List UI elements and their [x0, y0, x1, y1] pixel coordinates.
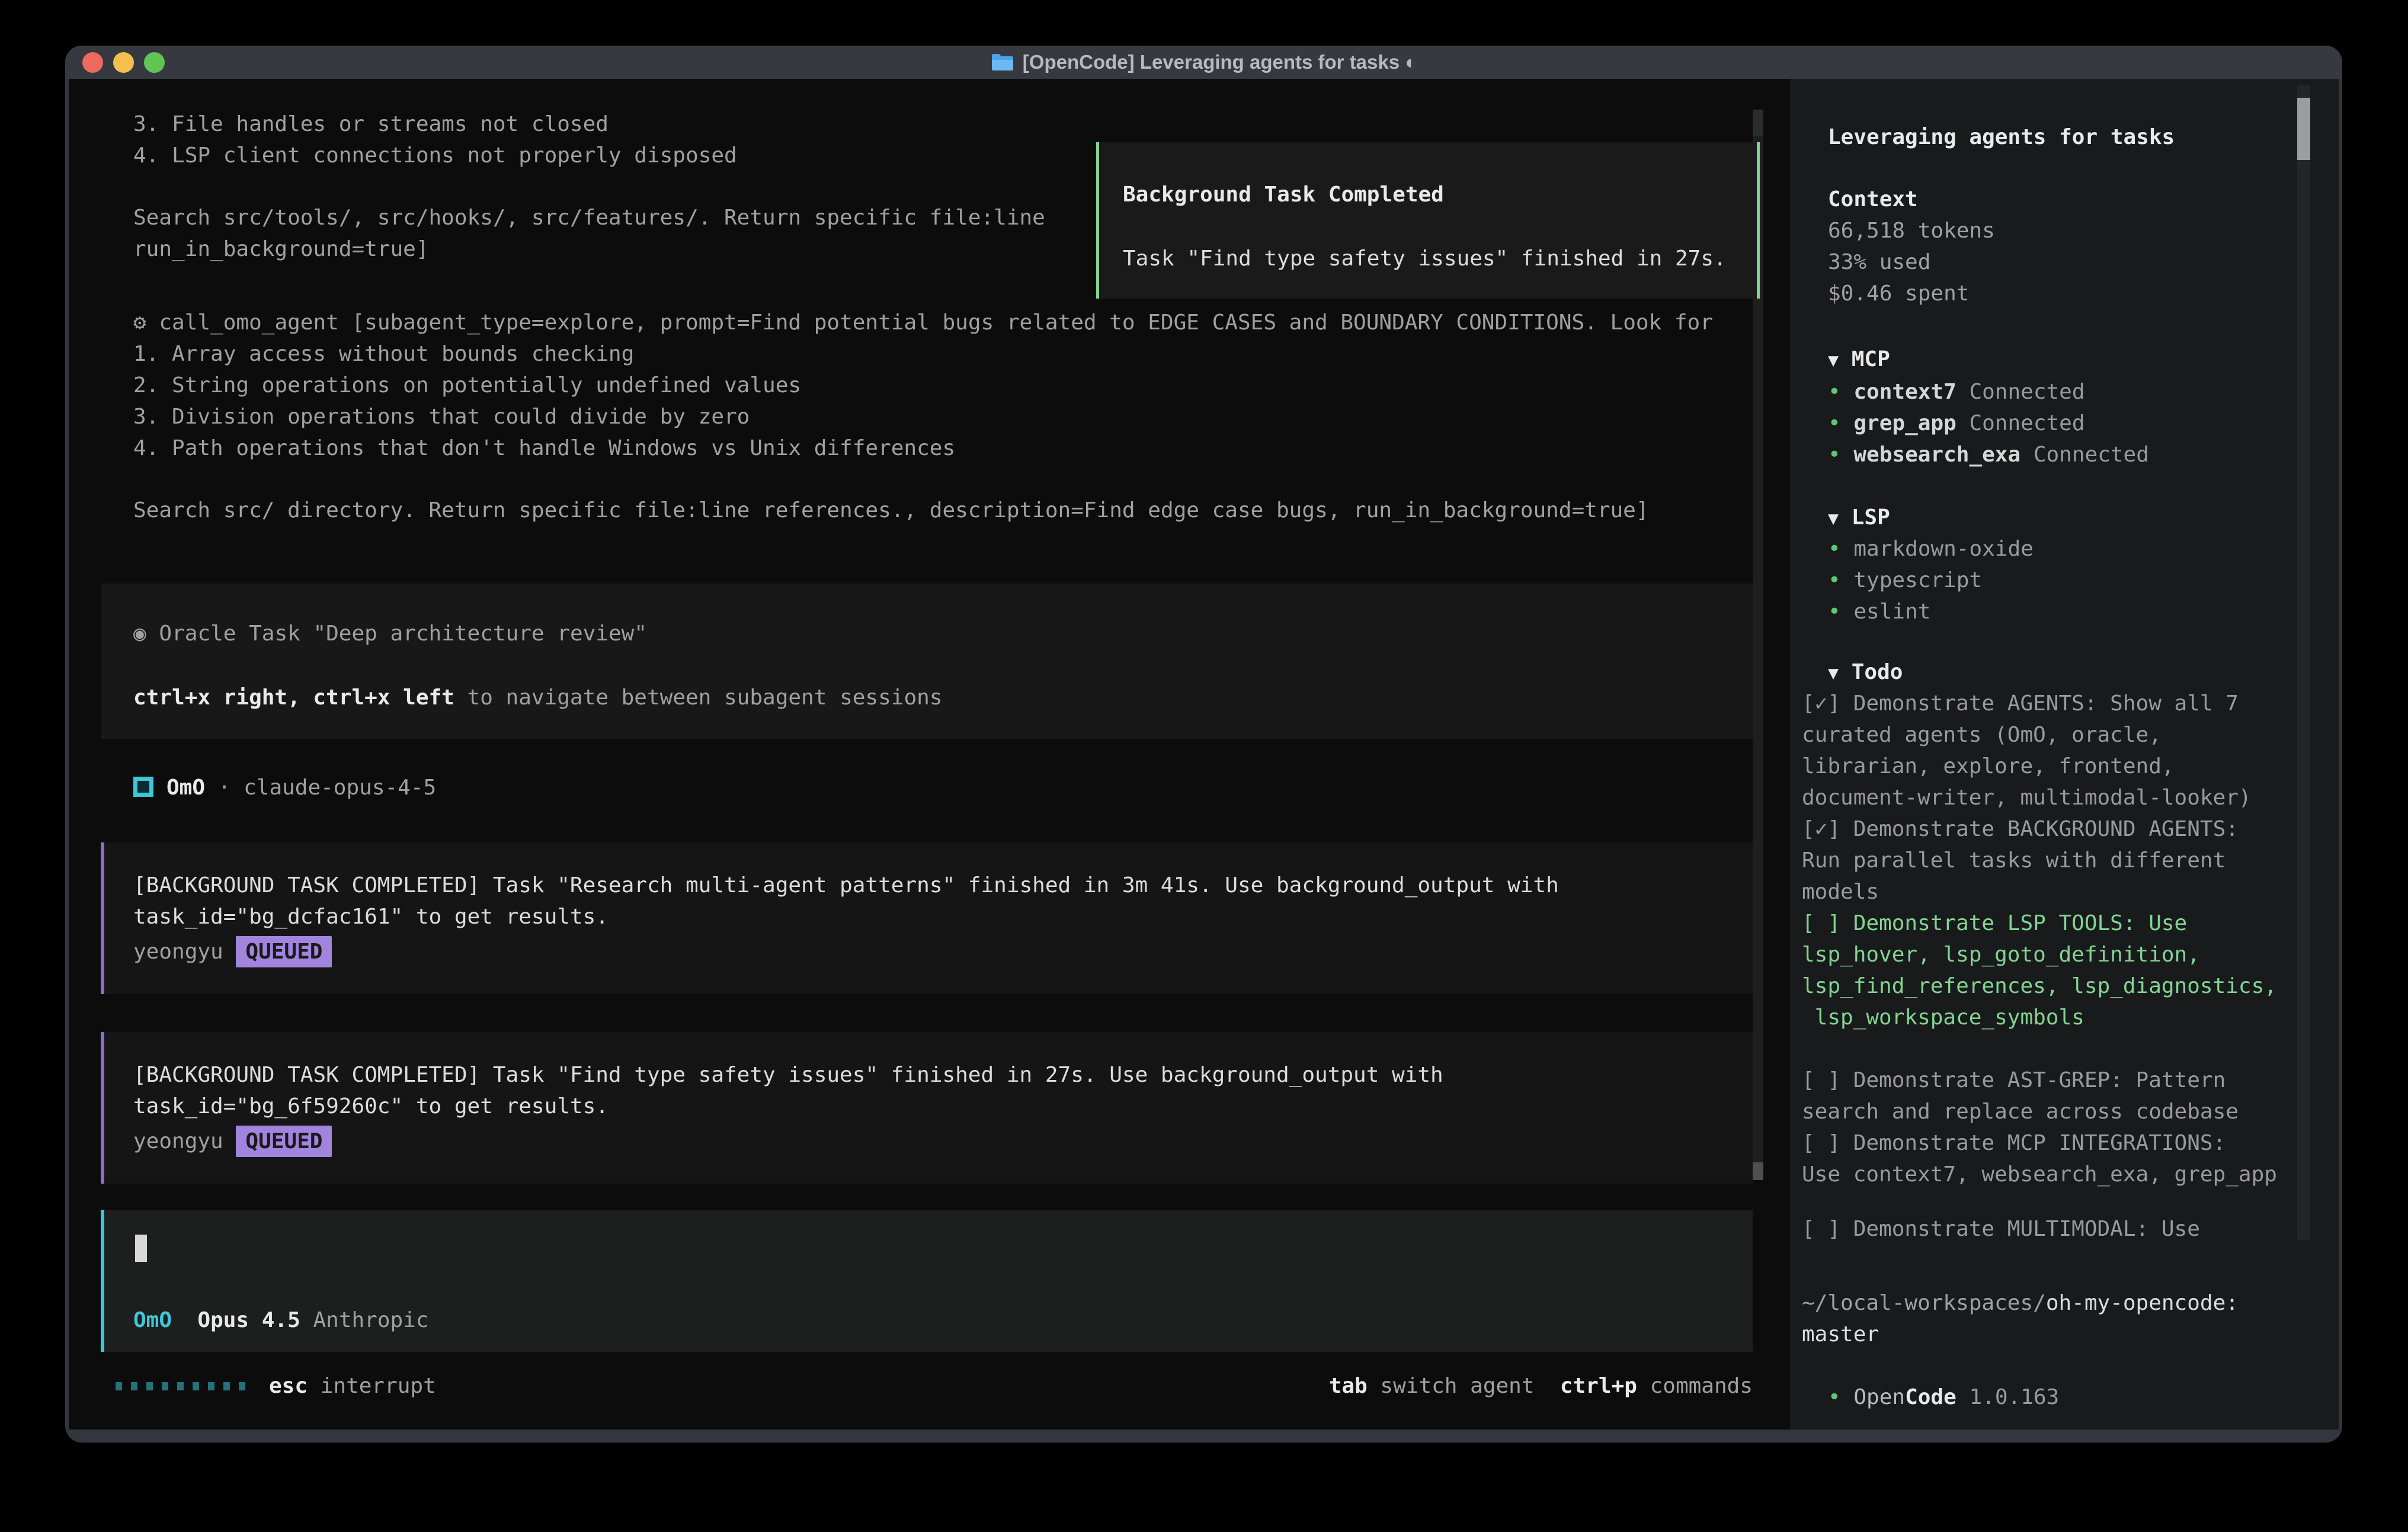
workspace-branch: master — [1802, 1319, 1879, 1350]
tab-key-hint: tab — [1329, 1374, 1368, 1398]
status-badge: QUEUED — [236, 1126, 332, 1157]
workspace-repo: oh-my-opencode: — [2046, 1291, 2239, 1315]
oracle-task-panel: ◉ Oracle Task "Deep architecture review"… — [101, 584, 1753, 739]
window-title: [OpenCode] Leveraging agents for tasks ◐ — [65, 46, 2342, 79]
agent-icon — [133, 777, 153, 797]
notification-toast: Background Task Completed Task "Find typ… — [1096, 142, 1760, 299]
input-model: Opus 4.5 — [197, 1308, 300, 1332]
lsp-item: • markdown-oxide — [1828, 533, 2034, 565]
search-task-2: Search src/ directory. Return specific f… — [133, 495, 1649, 526]
agent-header: OmO · claude-opus-4-5 — [133, 772, 436, 803]
message-text: [BACKGROUND TASK COMPLETED] Task "Find t… — [133, 1059, 1443, 1122]
status-dot-icon: • — [1828, 411, 1841, 435]
agent-name: OmO — [166, 775, 205, 800]
todo-item: [ ] Demonstrate LSP TOOLS: Use lsp_hover… — [1802, 908, 2277, 1033]
brand-code: Code — [1905, 1385, 1956, 1409]
agent-model: claude-opus-4-5 — [244, 775, 436, 800]
version-row: • OpenCode 1.0.163 — [1828, 1382, 2059, 1413]
lsp-heading: LSP — [1852, 505, 1890, 530]
status-dot-icon: • — [1828, 600, 1841, 624]
collapse-triangle-icon: ▼ — [1828, 350, 1839, 371]
mcp-item: • grep_app Connected — [1828, 408, 2085, 439]
status-dot-icon: • — [1828, 1385, 1841, 1409]
context-heading: Context — [1828, 184, 1918, 215]
text-cursor — [135, 1235, 147, 1262]
input-status-row: OmO Opus 4.5 Anthropic — [133, 1305, 429, 1336]
status-badge: QUEUED — [236, 936, 332, 967]
lsp-item: • typescript — [1828, 565, 1982, 596]
todo-heading: Todo — [1852, 660, 1903, 684]
status-dot-icon: • — [1828, 537, 1841, 561]
folder-icon — [991, 53, 1014, 72]
notification-body: Task "Find type safety issues" finished … — [1123, 243, 1727, 274]
session-title: Leveraging agents for tasks — [1828, 121, 2175, 153]
scrollback-lines: 3. File handles or streams not closed 4.… — [133, 108, 737, 171]
todo-item: [✓] Demonstrate BACKGROUND AGENTS: Run p… — [1802, 813, 2239, 908]
commands-key-label: commands — [1650, 1374, 1753, 1398]
oracle-bullet-icon: ◉ — [133, 621, 146, 646]
agent-separator — [205, 775, 218, 800]
oracle-shortcut-hint: ctrl+x right, ctrl+x left to navigate be… — [133, 682, 942, 713]
screen: [OpenCode] Leveraging agents for tasks ◐… — [0, 0, 2408, 1532]
lsp-section-header[interactable]: ▼ LSP — [1828, 502, 1890, 534]
sidebar-scrollbar-thumb[interactable] — [2297, 98, 2310, 160]
input-agent-name: OmO — [133, 1308, 172, 1332]
context-tokens: 66,518 tokens — [1828, 215, 1995, 246]
shortcut-keys: ctrl+x right, ctrl+x left — [133, 685, 454, 710]
todo-section-header[interactable]: ▼ Todo — [1828, 656, 1903, 689]
commands-key-hint: ctrl+p — [1560, 1374, 1637, 1398]
app-window: [OpenCode] Leveraging agents for tasks ◐… — [65, 46, 2342, 1443]
tab-key-label: switch agent — [1380, 1374, 1534, 1398]
mcp-section-header[interactable]: ▼ MCP — [1828, 344, 1890, 376]
mcp-item: • context7 Connected — [1828, 376, 2085, 408]
todo-item: [ ] Demonstrate MULTIMODAL: Use — [1802, 1213, 2200, 1245]
todo-item: [✓] Demonstrate AGENTS: Show all 7 curat… — [1802, 688, 2252, 813]
message-author: yeongyu — [133, 940, 223, 964]
tool-call-items: 1. Array access without bounds checking … — [133, 338, 955, 464]
statusbar-right: tab switch agent ctrl+p commands — [69, 1370, 1753, 1402]
status-dot-icon: • — [1828, 443, 1841, 467]
input-provider: Anthropic — [313, 1308, 428, 1332]
version-number: 1.0.163 — [1969, 1385, 2059, 1409]
window-title-text: [OpenCode] Leveraging agents for tasks ◐ — [1023, 51, 1417, 73]
message-meta: yeongyu QUEUED — [133, 936, 332, 967]
session-sidebar: Leveraging agents for tasks Context 66,5… — [1790, 79, 2339, 1430]
status-dot-icon: • — [1828, 568, 1841, 592]
mcp-heading: MCP — [1852, 347, 1890, 371]
workspace-path-prefix: ~/local-workspaces/ — [1802, 1291, 2046, 1315]
message-text: [BACKGROUND TASK COMPLETED] Task "Resear… — [133, 870, 1559, 932]
collapse-triangle-icon: ▼ — [1828, 663, 1839, 684]
collapse-triangle-icon: ▼ — [1828, 508, 1839, 529]
main-scrollbar-thumb[interactable] — [1753, 1162, 1763, 1180]
mcp-item: • websearch_exa Connected — [1828, 439, 2149, 470]
todo-item: [ ] Demonstrate MCP INTEGRATIONS: Use co… — [1802, 1127, 2277, 1190]
tool-call-text: call_omo_agent [subagent_type=explore, p… — [159, 310, 1713, 335]
context-spent: $0.46 spent — [1828, 278, 1969, 309]
tool-call-line: ⚙ call_omo_agent [subagent_type=explore,… — [133, 307, 1713, 338]
gear-icon: ⚙ — [133, 310, 146, 335]
search-task-1: Search src/tools/, src/hooks/, src/featu… — [133, 202, 1045, 265]
notification-title: Background Task Completed — [1123, 179, 1444, 210]
todo-item: [ ] Demonstrate AST-GREP: Pattern search… — [1802, 1065, 2239, 1127]
agent-dot: · — [218, 775, 231, 800]
prompt-input[interactable]: OmO Opus 4.5 Anthropic — [101, 1210, 1753, 1352]
message-author: yeongyu — [133, 1129, 223, 1153]
sidebar-scrollbar[interactable] — [2297, 85, 2310, 1240]
brand-open: Open — [1853, 1385, 1905, 1409]
background-task-message: [BACKGROUND TASK COMPLETED] Task "Find t… — [101, 1032, 1753, 1184]
shortcut-description: to navigate between subagent sessions — [454, 685, 943, 710]
oracle-task-title: Oracle Task "Deep architecture review" — [159, 621, 647, 646]
message-meta: yeongyu QUEUED — [133, 1126, 332, 1157]
terminal-content: 3. File handles or streams not closed 4.… — [69, 79, 2339, 1430]
status-dot-icon: • — [1828, 380, 1841, 404]
workspace-path: ~/local-workspaces/oh-my-opencode: — [1802, 1287, 2239, 1319]
background-task-message: [BACKGROUND TASK COMPLETED] Task "Resear… — [101, 842, 1753, 994]
context-used: 33% used — [1828, 246, 1930, 278]
lsp-item: • eslint — [1828, 596, 1930, 627]
oracle-task-title-row: ◉ Oracle Task "Deep architecture review" — [133, 618, 647, 649]
titlebar: [OpenCode] Leveraging agents for tasks ◐ — [65, 46, 2342, 79]
main-scrollbar-top-segment[interactable] — [1753, 110, 1763, 136]
